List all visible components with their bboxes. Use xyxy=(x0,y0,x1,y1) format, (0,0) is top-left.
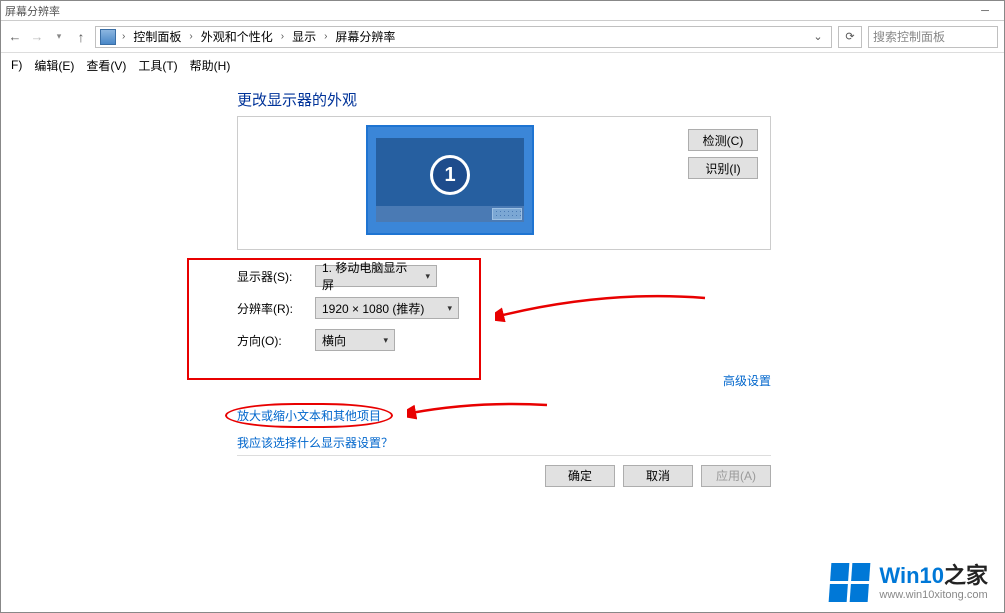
search-placeholder: 搜索控制面板 xyxy=(873,28,945,45)
up-icon[interactable]: ↑ xyxy=(73,29,89,45)
identify-button[interactable]: 识别(I) xyxy=(688,157,758,179)
watermark: Win10之家 www.win10xitong.com xyxy=(830,563,988,602)
resolution-combobox[interactable]: 1920 × 1080 (推荐) ▾ xyxy=(315,297,459,319)
dialog-action-bar: 确定 取消 应用(A) xyxy=(237,455,771,495)
back-icon[interactable]: ← xyxy=(7,29,23,45)
which-display-link[interactable]: 我应该选择什么显示器设置？ xyxy=(237,436,393,450)
menu-tools[interactable]: 工具(T) xyxy=(138,57,177,74)
address-dropdown-icon[interactable]: ⌄ xyxy=(809,27,827,47)
watermark-title: Win10之家 xyxy=(879,564,988,588)
crumb-0[interactable]: 控制面板 xyxy=(131,28,183,45)
monitor-preview-panel: 1 检测(C) 识别(I) xyxy=(237,116,771,250)
menu-edit[interactable]: 编辑(E) xyxy=(34,57,74,74)
forward-icon[interactable]: → xyxy=(29,29,45,45)
monitor-preview[interactable]: 1 xyxy=(366,125,534,235)
display-label: 显示器(S): xyxy=(237,268,301,285)
window-titlebar: 屏幕分辨率 ─ xyxy=(1,1,1004,21)
content-area: 更改显示器的外观 1 检测(C) 识别(I) 显示器(S): 1. 移动电脑显示… xyxy=(1,77,1004,612)
crumb-sep: › xyxy=(120,31,127,42)
menu-bar: F) 编辑(E) 查看(V) 工具(T) 帮助(H) xyxy=(1,53,1004,77)
display-combobox[interactable]: 1. 移动电脑显示屏 ▾ xyxy=(315,265,437,287)
orientation-value: 横向 xyxy=(322,332,346,349)
address-field[interactable]: › 控制面板 › 外观和个性化 › 显示 › 屏幕分辨率 ⌄ xyxy=(95,26,832,48)
chevron-down-icon: ▾ xyxy=(447,303,452,314)
taskbar-grid-icon xyxy=(492,208,522,220)
crumb-1[interactable]: 外观和个性化 xyxy=(199,28,275,45)
apply-button[interactable]: 应用(A) xyxy=(701,465,771,487)
taskbar-icon xyxy=(376,206,524,222)
chevron-down-icon: ▾ xyxy=(425,271,430,282)
watermark-url: www.win10xitong.com xyxy=(879,589,988,601)
crumb-3[interactable]: 屏幕分辨率 xyxy=(333,28,397,45)
zoom-text-link[interactable]: 放大或缩小文本和其他项目 xyxy=(237,407,381,424)
cancel-button[interactable]: 取消 xyxy=(623,465,693,487)
refresh-icon[interactable]: ⟳ xyxy=(838,26,862,48)
menu-file[interactable]: F) xyxy=(11,58,22,72)
control-panel-icon xyxy=(100,29,116,45)
page-heading: 更改显示器的外观 xyxy=(237,89,1004,110)
search-input[interactable]: 搜索控制面板 xyxy=(868,26,998,48)
display-value: 1. 移动电脑显示屏 xyxy=(322,259,417,293)
orientation-combobox[interactable]: 横向 ▾ xyxy=(315,329,395,351)
window-title: 屏幕分辨率 xyxy=(5,3,60,19)
crumb-2[interactable]: 显示 xyxy=(290,28,318,45)
windows-logo-icon xyxy=(829,563,871,602)
resolution-value: 1920 × 1080 (推荐) xyxy=(322,300,424,317)
detect-button[interactable]: 检测(C) xyxy=(688,129,758,151)
settings-form: 显示器(S): 1. 移动电脑显示屏 ▾ 分辨率(R): 1920 × 1080… xyxy=(237,260,771,356)
monitor-number-badge: 1 xyxy=(430,155,470,195)
orientation-label: 方向(O): xyxy=(237,332,301,349)
help-links: 放大或缩小文本和其他项目 我应该选择什么显示器设置？ xyxy=(237,407,1004,451)
advanced-settings-link[interactable]: 高级设置 xyxy=(723,374,771,388)
chevron-down-icon: ▾ xyxy=(383,335,388,346)
menu-help[interactable]: 帮助(H) xyxy=(190,57,231,74)
annotation-arrow-2 xyxy=(407,399,557,429)
minimize-icon[interactable]: ─ xyxy=(970,5,1000,17)
address-bar: ← → ▾ ↑ › 控制面板 › 外观和个性化 › 显示 › 屏幕分辨率 ⌄ ⟳… xyxy=(1,21,1004,53)
history-chevron-icon[interactable]: ▾ xyxy=(51,29,67,45)
menu-view[interactable]: 查看(V) xyxy=(86,57,126,74)
resolution-label: 分辨率(R): xyxy=(237,300,301,317)
ok-button[interactable]: 确定 xyxy=(545,465,615,487)
